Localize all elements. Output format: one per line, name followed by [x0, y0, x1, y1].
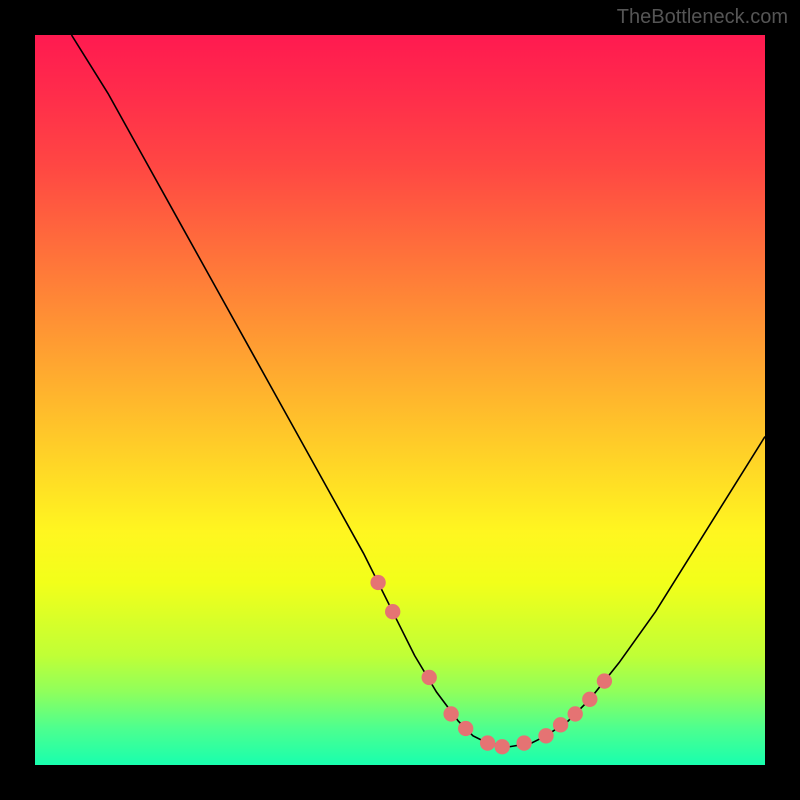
- marker-dot: [385, 604, 400, 619]
- marker-dot: [597, 673, 612, 688]
- chart-svg: [35, 35, 765, 765]
- marker-dot: [553, 717, 568, 732]
- marker-dot: [568, 706, 583, 721]
- watermark-text: TheBottleneck.com: [617, 6, 788, 29]
- marker-dot: [370, 575, 385, 590]
- marker-dot: [582, 692, 597, 707]
- marker-dot: [480, 735, 495, 750]
- marker-dot: [516, 735, 531, 750]
- marker-dot: [495, 739, 510, 754]
- marker-group: [370, 575, 612, 755]
- chart-plot-area: [35, 35, 765, 765]
- marker-dot: [443, 706, 458, 721]
- marker-dot: [458, 721, 473, 736]
- marker-dot: [422, 670, 437, 685]
- bottleneck-curve-path: [72, 35, 766, 747]
- marker-dot: [538, 728, 553, 743]
